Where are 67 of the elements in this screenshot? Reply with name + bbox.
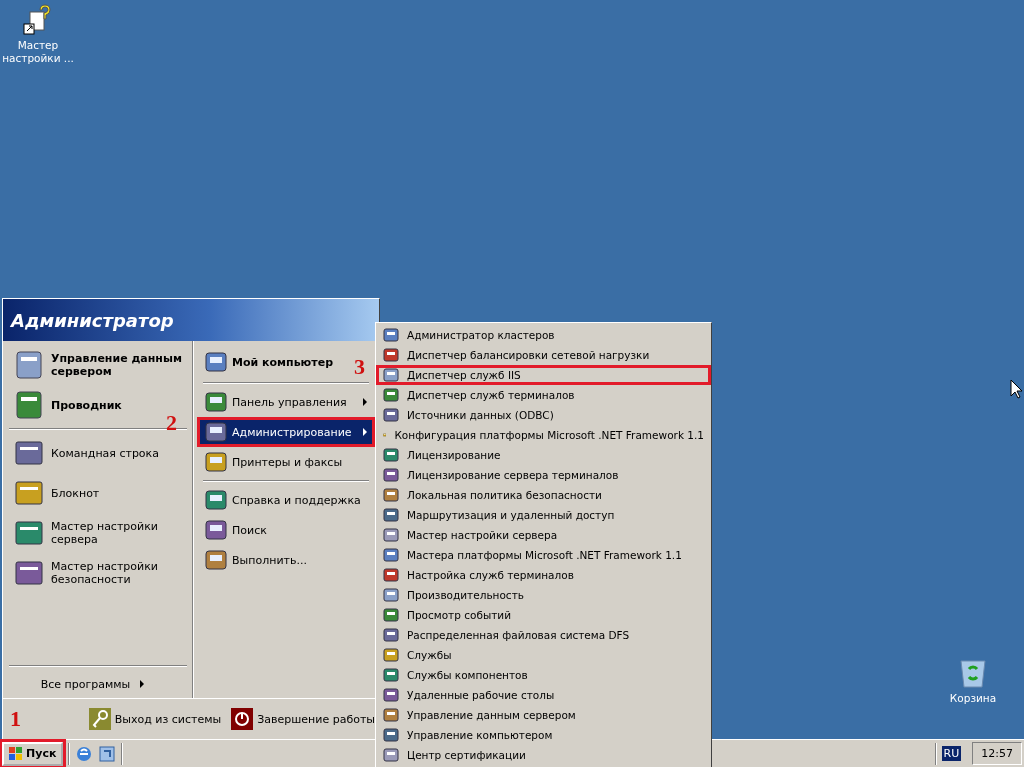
user-name: Администратор <box>3 299 379 341</box>
step-number: 3 <box>354 354 365 380</box>
shut-down-button[interactable]: Завершение работы <box>231 708 375 730</box>
menu-item[interactable]: Распределенная файловая система DFS <box>376 625 711 645</box>
menu-item[interactable]: Маршрутизация и удаленный доступ <box>376 505 711 525</box>
language-indicator[interactable]: RU <box>941 746 962 761</box>
menu-item[interactable]: Мастер настройки сервера <box>376 525 711 545</box>
menu-item[interactable]: Администратор кластеров <box>376 325 711 345</box>
log-off-button[interactable]: Выход из системы <box>88 708 222 730</box>
item-icon <box>204 518 228 542</box>
menu-item[interactable]: Диспетчер служб IIS <box>376 365 711 385</box>
item-icon <box>204 390 228 414</box>
recent-program[interactable]: Командная строка <box>3 433 165 473</box>
windows-logo-icon <box>9 747 23 760</box>
recent-program[interactable]: Мастер настройки сервера <box>3 513 193 553</box>
item-icon <box>204 548 228 572</box>
menu-item[interactable]: Выполнить... <box>197 545 314 575</box>
submenu-arrow-icon <box>363 428 368 436</box>
wizard-shortcut-icon[interactable] <box>22 4 54 36</box>
menu-item[interactable]: Управление компьютером <box>376 725 711 745</box>
menu-item[interactable]: Панель управления <box>197 387 375 417</box>
show-desktop-icon[interactable] <box>98 744 117 763</box>
browser-icon[interactable] <box>75 744 94 763</box>
menu-item[interactable]: Мой компьютер <box>197 345 340 379</box>
step-number: 1 <box>10 706 21 732</box>
menu-item[interactable]: Лицензирование сервера терминалов <box>376 465 711 485</box>
menu-item[interactable]: Диспетчер служб терминалов <box>376 385 711 405</box>
recent-program[interactable]: Блокнот <box>3 473 106 513</box>
submenu-arrow-icon <box>140 680 146 688</box>
menu-item[interactable]: Источники данных (ODBC) <box>376 405 711 425</box>
desktop-icon-label[interactable]: Мастер настройки ... <box>0 39 76 65</box>
pinned-program[interactable]: Управление данным сервером <box>3 345 193 385</box>
recycle-bin-icon[interactable] <box>958 657 988 689</box>
pinned-program[interactable]: Проводник <box>3 385 128 425</box>
recent-program[interactable]: Мастер настройки безопасности <box>3 553 193 593</box>
menu-item[interactable]: Управление данным сервером <box>376 705 711 725</box>
submenu-arrow-icon <box>363 398 368 406</box>
start-button[interactable]: Пуск <box>2 741 64 766</box>
menu-item[interactable]: Мастера платформы Microsoft .NET Framework 1.1 <box>376 545 711 565</box>
item-icon <box>204 420 228 444</box>
menu-item[interactable]: Службы <box>376 645 711 665</box>
menu-item[interactable]: Просмотр событий <box>376 605 711 625</box>
step-number: 2 <box>166 410 177 436</box>
clock: 12:57 <box>972 742 1022 765</box>
item-icon <box>204 488 228 512</box>
menu-item[interactable]: Администрирование <box>197 417 375 447</box>
menu-item[interactable]: Производительность <box>376 585 711 605</box>
menu-item[interactable]: Удаленные рабочие столы <box>376 685 711 705</box>
menu-item[interactable]: Настройка служб терминалов <box>376 565 711 585</box>
menu-item[interactable]: Центр сертификации <box>376 745 711 765</box>
menu-item[interactable]: Диспетчер балансировки сетевой нагрузки <box>376 345 711 365</box>
item-icon <box>204 350 228 374</box>
program-icon <box>13 349 45 381</box>
menu-item[interactable]: Лицензирование <box>376 445 711 465</box>
all-programs-item[interactable]: Все программы <box>3 670 193 698</box>
menu-item[interactable]: Конфигурация платформы Microsoft .NET Framework 1.1 <box>376 425 711 445</box>
mouse-cursor-icon <box>1010 379 1022 399</box>
key-icon <box>88 708 111 730</box>
power-icon <box>231 708 254 730</box>
item-icon <box>204 450 228 474</box>
menu-item[interactable]: Локальная политика безопасности <box>376 485 711 505</box>
menu-item[interactable]: Справка и поддержка <box>197 485 368 515</box>
menu-item[interactable]: Службы компонентов <box>376 665 711 685</box>
program-icon <box>13 389 45 421</box>
menu-item[interactable]: Поиск <box>197 515 274 545</box>
desktop-icon-label[interactable]: Корзина <box>935 692 1011 705</box>
menu-item[interactable]: Принтеры и факсы <box>197 447 350 477</box>
